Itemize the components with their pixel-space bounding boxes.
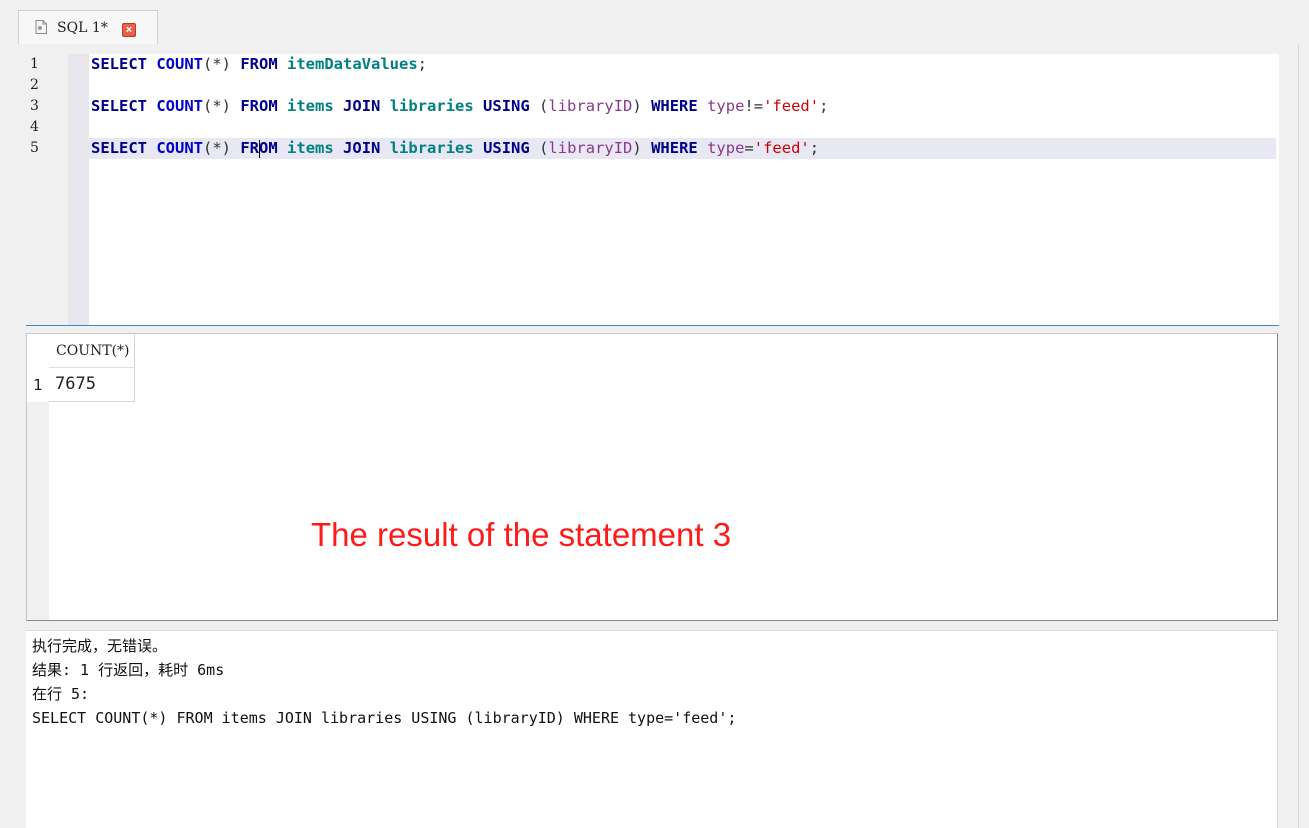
result-grid[interactable]: COUNT(*) 1 7675 The result of the statem…	[26, 333, 1278, 621]
code-token: type	[707, 139, 745, 157]
line-number: 5	[30, 140, 39, 156]
code-token: (	[529, 97, 549, 115]
line-number-gutter: 1 2 3 4 5	[26, 54, 68, 325]
code-token: JOIN	[343, 97, 381, 115]
code-token: 'feed'	[753, 139, 810, 157]
code-token: (*)	[203, 97, 241, 115]
code-token: libraries	[389, 97, 474, 115]
code-token: JOIN	[343, 139, 381, 157]
code-token: COUNT	[156, 139, 204, 157]
tab-title: SQL 1*	[57, 20, 108, 36]
annotation-text: The result of the statement 3	[311, 516, 732, 553]
column-header[interactable]: COUNT(*)	[49, 334, 135, 368]
code-token: )	[632, 97, 652, 115]
code-token: libraryID	[548, 97, 633, 115]
code-token: SELECT	[91, 55, 147, 73]
code-token: itemDataValues	[287, 55, 418, 73]
code-line[interactable]	[89, 117, 1276, 138]
sql-editor[interactable]: 1 2 3 4 5 SELECT COUNT(*) FROM itemDataV…	[26, 54, 1279, 326]
tab-sql-1[interactable]: SQL 1* ×	[18, 10, 158, 44]
fold-margin	[68, 54, 89, 325]
code-token: =	[744, 139, 754, 157]
document-icon	[35, 20, 47, 34]
code-token: items	[287, 139, 334, 157]
code-token: OM	[259, 139, 278, 157]
code-line[interactable]	[89, 75, 1276, 96]
message-line: SELECT COUNT(*) FROM items JOIN librarie…	[32, 709, 737, 727]
tab-bar: SQL 1* ×	[0, 0, 1309, 44]
code-token: ;	[809, 139, 820, 157]
code-token: COUNT	[156, 97, 204, 115]
code-token: ;	[819, 97, 829, 115]
code-token: items	[287, 97, 334, 115]
message-panel[interactable]: 执行完成，无错误。 结果: 1 行返回，耗时 6ms 在行 5: SELECT …	[26, 630, 1278, 828]
code-token: FROM	[240, 97, 278, 115]
code-token: (	[529, 139, 549, 157]
code-token: SELECT	[91, 97, 147, 115]
code-token: USING	[483, 97, 530, 115]
code-line-current[interactable]: SELECT COUNT(*) FROM items JOIN librarie…	[89, 138, 1276, 159]
line-number: 2	[30, 77, 39, 93]
message-line: 在行 5:	[32, 685, 90, 703]
code-token: )	[632, 139, 652, 157]
code-token: type	[707, 97, 745, 115]
code-token: 'feed'	[763, 97, 820, 115]
code-line[interactable]: SELECT COUNT(*) FROM items JOIN librarie…	[89, 96, 1276, 117]
code-token: !=	[744, 97, 764, 115]
code-token: WHERE	[651, 139, 698, 157]
code-token: (*)	[203, 55, 241, 73]
code-token: ;	[417, 55, 428, 73]
close-icon[interactable]: ×	[122, 23, 136, 37]
line-number: 3	[30, 98, 39, 114]
code-token: USING	[483, 139, 530, 157]
code-area[interactable]: SELECT COUNT(*) FROM itemDataValues; SEL…	[89, 54, 1279, 325]
code-token: SELECT	[91, 139, 147, 157]
code-token: COUNT	[156, 55, 204, 73]
code-line[interactable]: SELECT COUNT(*) FROM itemDataValues;	[89, 54, 1276, 75]
code-token: libraries	[389, 139, 474, 157]
window-divider	[1298, 44, 1299, 828]
row-number[interactable]: 1	[27, 368, 49, 402]
message-line: 执行完成，无错误。	[32, 637, 168, 655]
message-line: 结果: 1 行返回，耗时 6ms	[32, 661, 225, 679]
grid-cell[interactable]: 7675	[49, 368, 135, 402]
code-token: libraryID	[548, 139, 633, 157]
code-token: (*)	[203, 139, 241, 157]
line-number: 4	[30, 119, 39, 135]
code-token: FROM	[240, 55, 278, 73]
code-token: FR	[240, 139, 260, 157]
line-number: 1	[30, 56, 39, 72]
row-header-column	[27, 402, 49, 620]
code-token: WHERE	[651, 97, 698, 115]
